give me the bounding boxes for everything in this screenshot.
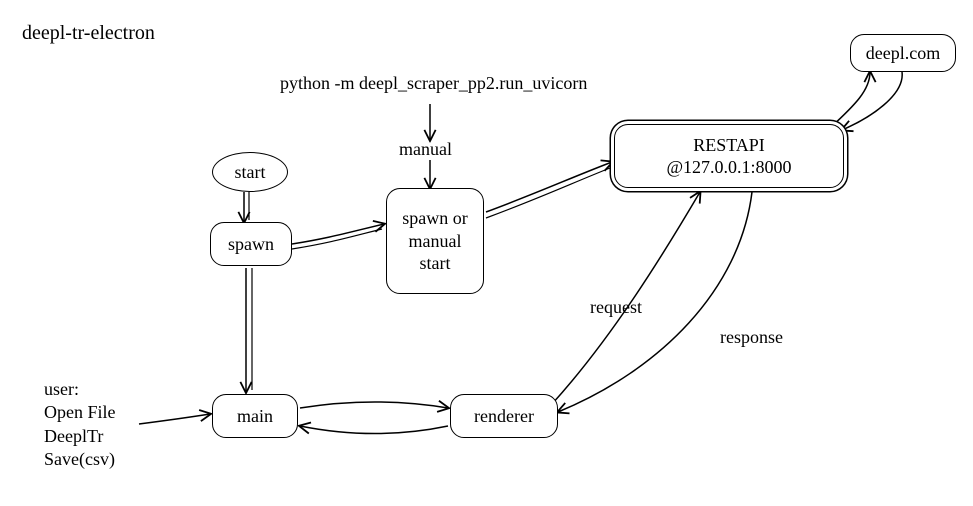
node-deepl-label: deepl.com xyxy=(866,42,940,65)
diagram-canvas: deepl-tr-electron python -m deepl_scrape… xyxy=(0,0,973,506)
node-start-label: start xyxy=(235,161,266,184)
node-spawn-or-manual: spawn or manual start xyxy=(386,188,484,294)
response-label: response xyxy=(720,326,783,349)
node-deepl: deepl.com xyxy=(850,34,956,72)
user-actions-text: user: Open File DeeplTr Save(csv) xyxy=(44,378,116,472)
command-text: python -m deepl_scraper_pp2.run_uvicorn xyxy=(280,72,587,95)
manual-label: manual xyxy=(399,138,452,161)
node-restapi: RESTAPI @127.0.0.1:8000 xyxy=(614,124,844,188)
node-restapi-line1: RESTAPI xyxy=(693,134,765,157)
node-spawn-or-manual-label: spawn or manual start xyxy=(397,207,473,275)
node-main-label: main xyxy=(237,405,273,428)
node-main: main xyxy=(212,394,298,438)
node-renderer-label: renderer xyxy=(474,405,534,428)
node-start: start xyxy=(212,152,288,192)
node-spawn-label: spawn xyxy=(228,233,274,256)
diagram-title: deepl-tr-electron xyxy=(22,20,155,46)
node-restapi-line2: @127.0.0.1:8000 xyxy=(666,156,791,179)
node-spawn: spawn xyxy=(210,222,292,266)
request-label: request xyxy=(590,296,642,319)
node-renderer: renderer xyxy=(450,394,558,438)
